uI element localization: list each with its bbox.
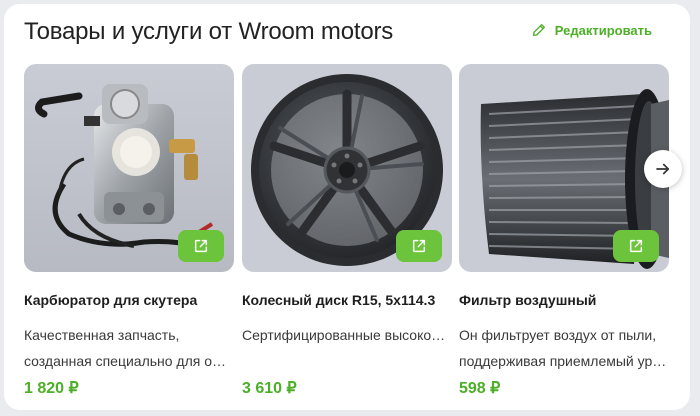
product-price: 1 820 ₽ (24, 380, 79, 397)
external-link-icon (412, 239, 426, 253)
arrow-right-icon (656, 163, 670, 175)
product-image-filter[interactable] (459, 64, 669, 272)
product-name[interactable]: Карбюратор для скутера (24, 292, 236, 308)
product-carousel: Карбюратор для скутера Качественная запч… (24, 64, 690, 404)
external-link-icon (194, 239, 208, 253)
external-link-icon (629, 239, 643, 253)
product-description-line: Он фильтрует воздух от пыли, (459, 327, 657, 343)
edit-button-label: Редактировать (554, 22, 652, 38)
product-price: 598 ₽ (459, 380, 501, 397)
open-product-button[interactable] (613, 230, 659, 262)
product-card[interactable]: Фильтр воздушный Он фильтрует воздух от … (459, 64, 669, 397)
product-description-line: поддерживая приемлемый ур… (459, 353, 667, 369)
product-description-line: Качественная запчасть, (24, 327, 180, 343)
product-price: 3 610 ₽ (242, 380, 297, 397)
product-description: Сертифицированные высокоп… (242, 322, 452, 348)
product-description: Он фильтрует воздух от пыли, поддерживая… (459, 322, 669, 374)
widget-title: Товары и услуги от Wroom motors (24, 18, 394, 45)
open-product-button[interactable] (178, 230, 224, 262)
product-name[interactable]: Колесный диск R15, 5x114.3 (242, 292, 454, 308)
edit-button[interactable]: Редактировать (531, 22, 652, 38)
pencil-icon (532, 24, 545, 36)
products-widget: Товары и услуги от Wroom motors Редактир… (4, 4, 690, 410)
carousel-next-button[interactable] (644, 150, 682, 188)
open-product-button[interactable] (396, 230, 442, 262)
product-description: Качественная запчасть, созданная специал… (24, 322, 234, 374)
product-image-wheel[interactable] (242, 64, 452, 272)
product-card[interactable]: Карбюратор для скутера Качественная запч… (24, 64, 234, 397)
product-name[interactable]: Фильтр воздушный (459, 292, 671, 308)
product-image-carburetor[interactable] (24, 64, 234, 272)
product-description-line: созданная специально для об… (24, 353, 234, 369)
product-description-line: Сертифицированные высокоп… (242, 327, 452, 343)
product-card[interactable]: Колесный диск R15, 5x114.3 Сертифицирова… (242, 64, 452, 397)
